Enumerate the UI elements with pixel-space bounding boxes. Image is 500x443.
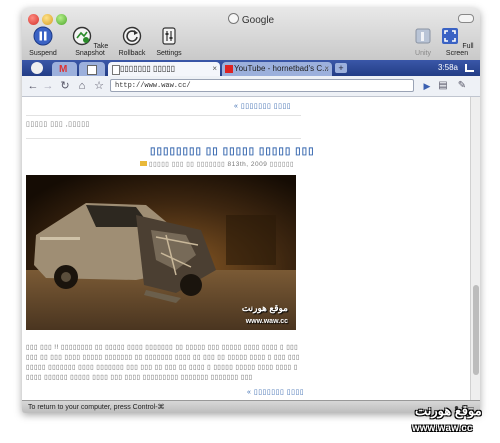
- forward-icon[interactable]: →: [41, 78, 55, 94]
- close-tab-icon[interactable]: ×: [212, 62, 217, 76]
- suspend-label: Suspend: [29, 50, 57, 57]
- post-body-text: ▯▯▯ ▯▯▯ !! ▯▯▯▯▯▯▯▯ ▯▯ ▯▯▯▯▯ ▯▯▯▯ ▯▯▯▯▯▯…: [26, 344, 300, 381]
- rollback-label: Rollback: [118, 50, 146, 57]
- vertical-scrollbar[interactable]: [470, 97, 480, 400]
- post-meta: ▯▯▯▯▯ ▯▯▯ ▯▯ ▯▯▯▯▯▯▯ 813th, 2009 ▯▯▯▯▯▯: [140, 160, 294, 168]
- rollback-icon: [122, 26, 142, 46]
- unity-button[interactable]: Unity: [410, 26, 436, 57]
- take-snapshot-button[interactable]: Take Snapshot: [66, 26, 114, 57]
- status-bar: To return to your computer, press Contro…: [22, 400, 480, 413]
- clock-text: 3:58a: [437, 63, 458, 72]
- reload-icon[interactable]: ↻: [58, 78, 72, 94]
- network-icon: [465, 64, 474, 72]
- address-text: http://www.waw.cc/: [115, 82, 191, 90]
- new-tab-button[interactable]: +: [335, 63, 347, 73]
- post-title[interactable]: ▯▯▯▯▯▯▯▯ ▯▯ ▯▯▯▯▯ ▯▯▯▯▯ ▯▯▯: [150, 146, 315, 157]
- close-tab-icon[interactable]: ×: [324, 62, 329, 76]
- read-more-link[interactable]: « ▯▯▯▯▯▯▯ ▯▯▯▯: [247, 388, 304, 396]
- toolbar-toggle-button[interactable]: [458, 14, 474, 23]
- site-watermark-url: www.waw.cc: [412, 423, 473, 434]
- page-icon: [227, 13, 239, 24]
- title-bar: Google Suspend Take Snapshot Rollback Se…: [22, 8, 480, 61]
- browser-window: Google Suspend Take Snapshot Rollback Se…: [22, 8, 480, 413]
- back-icon[interactable]: ←: [26, 78, 40, 94]
- snapshot-icon: [72, 26, 91, 46]
- tab-page[interactable]: [79, 62, 105, 76]
- go-icon[interactable]: ▶: [420, 78, 434, 94]
- divider: [26, 115, 301, 116]
- navigation-bar: ← → ↻ ⌂ ☆ http://www.waw.cc/ ▶ ▤ ✎: [22, 76, 480, 97]
- image-watermark-url: www.waw.cc: [245, 318, 288, 325]
- tab-active-label: ▯▯▯▯▯▯▯ ▯▯▯▯▯: [120, 64, 176, 73]
- settings-label: Settings: [156, 50, 182, 57]
- tab-youtube[interactable]: YouTube - hornetbad's C... ×: [222, 62, 332, 76]
- home-icon[interactable]: ⌂: [75, 78, 89, 94]
- chrome-menu-icon[interactable]: [31, 62, 43, 74]
- gmail-icon: M: [59, 64, 68, 75]
- address-bar[interactable]: http://www.waw.cc/: [110, 79, 414, 92]
- unity-icon: [415, 28, 431, 44]
- tab-gmail[interactable]: M: [52, 62, 77, 76]
- settings-icon: [162, 27, 176, 45]
- older-entries-link[interactable]: « ▯▯▯▯▯▯▯ ▯▯▯▯: [234, 102, 291, 110]
- status-text: To return to your computer, press Contro…: [28, 404, 165, 411]
- site-watermark-arabic: موقع هورنت: [415, 403, 482, 418]
- divider: [26, 138, 301, 139]
- youtube-icon: [225, 65, 233, 73]
- wrench-icon[interactable]: ✎: [455, 78, 469, 94]
- scrollbar-thumb[interactable]: [473, 285, 479, 375]
- tab-active[interactable]: ▯▯▯▯▯▯▯ ▯▯▯▯▯ ×: [108, 62, 220, 76]
- web-page-content: « ▯▯▯▯▯▯▯ ▯▯▯▯ ▯▯▯▯▯ ▯▯▯ ,▯▯▯▯▯ ▯▯▯▯▯▯▯▯…: [22, 97, 470, 400]
- sidebar-text: ▯▯▯▯▯ ▯▯▯ ,▯▯▯▯▯: [26, 121, 90, 128]
- bookmark-star-icon[interactable]: ☆: [92, 78, 106, 94]
- settings-button[interactable]: Settings: [154, 26, 184, 57]
- pause-icon: [33, 26, 53, 46]
- full-screen-button[interactable]: Full Screen: [438, 26, 476, 57]
- tab-bar: M ▯▯▯▯▯▯▯ ▯▯▯▯▯ × YouTube - hornetbad's …: [22, 60, 480, 76]
- rollback-button[interactable]: Rollback: [116, 26, 148, 57]
- image-watermark-arabic: موقع هورنت: [241, 303, 288, 313]
- suspend-button[interactable]: Suspend: [26, 26, 60, 57]
- page-icon: [112, 65, 120, 75]
- page-icon: [87, 65, 97, 75]
- post-image: موقع هورنت www.waw.cc: [26, 175, 296, 330]
- window-title: Google: [22, 13, 480, 26]
- tab-youtube-label: YouTube - hornetbad's C...: [234, 64, 329, 73]
- folder-icon: [140, 161, 147, 166]
- fullscreen-icon: [442, 28, 459, 44]
- page-menu-icon[interactable]: ▤: [436, 78, 450, 94]
- unity-label: Unity: [415, 50, 431, 57]
